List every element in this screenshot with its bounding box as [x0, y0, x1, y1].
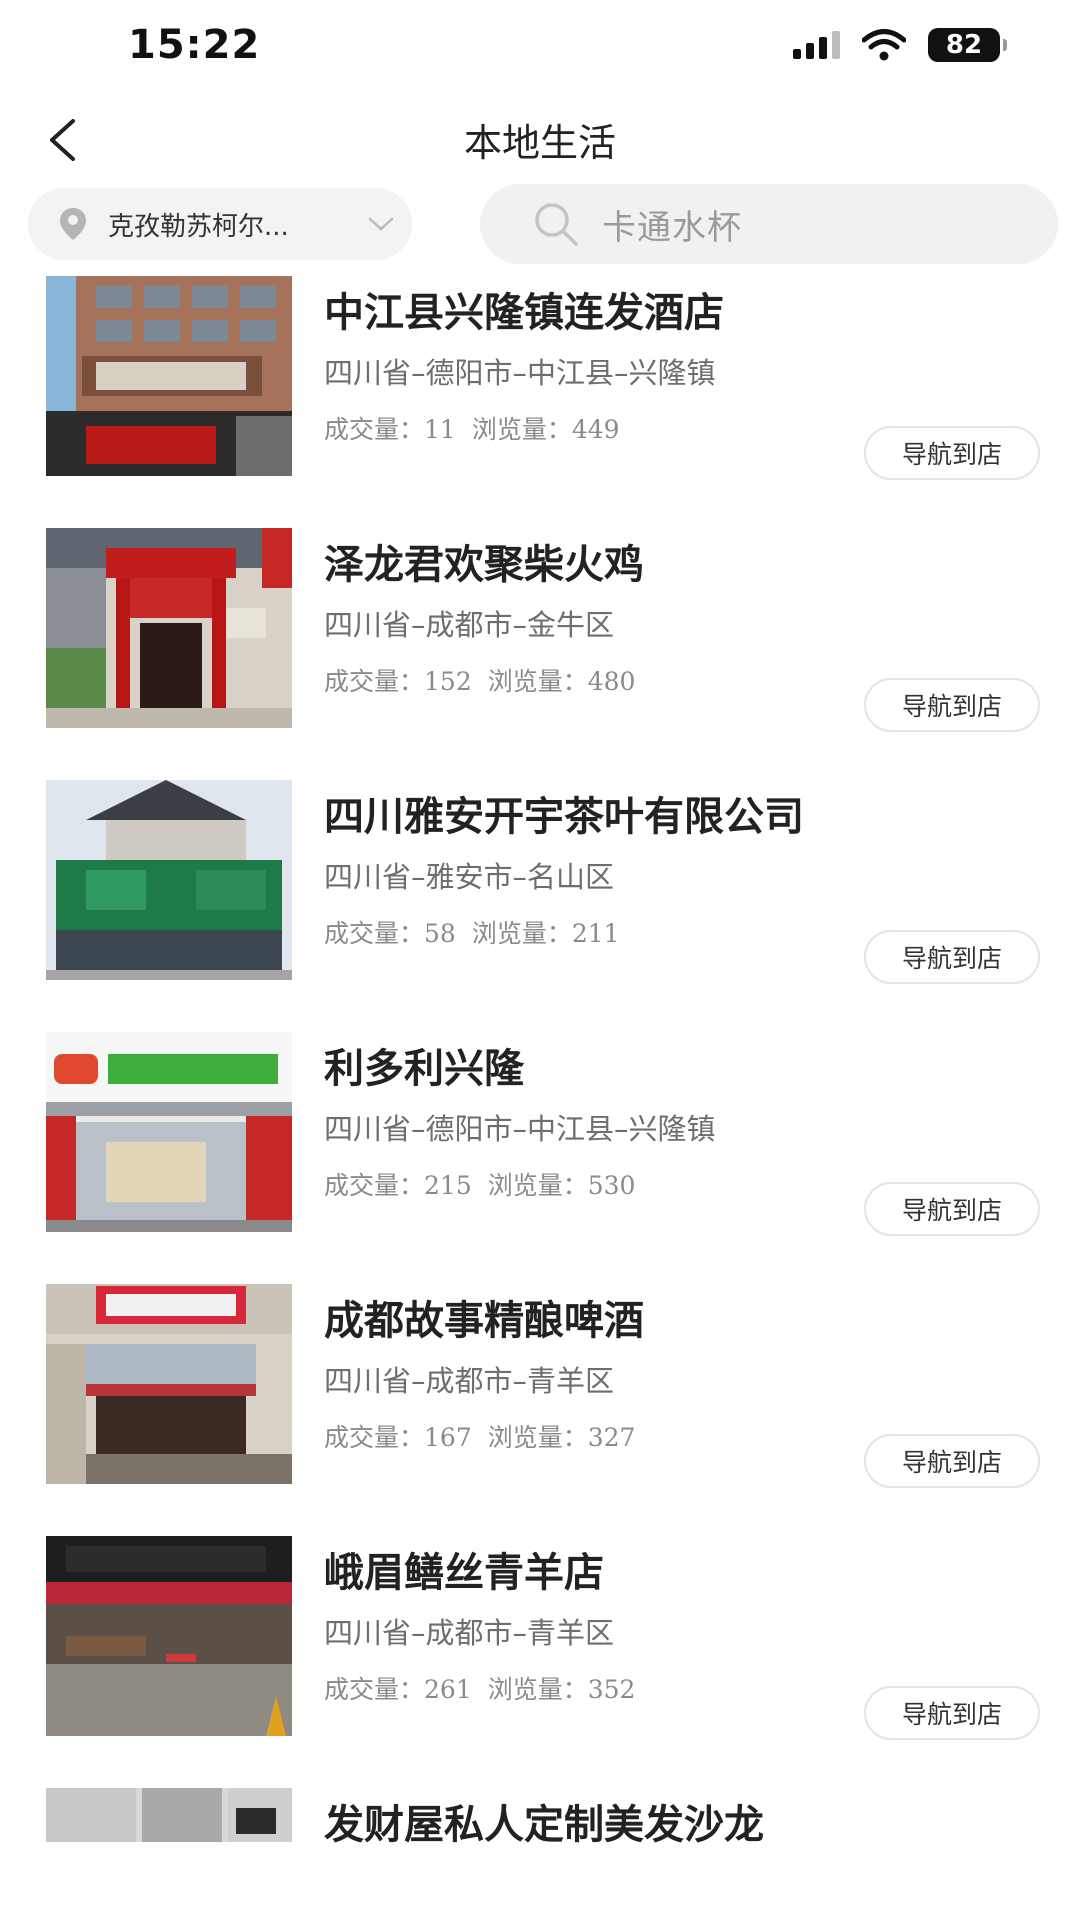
views-label: 浏览量：	[487, 1423, 588, 1452]
store-address: 四川省–成都市–青羊区	[324, 1364, 615, 1398]
deals-label: 成交量：	[324, 667, 425, 696]
views-label: 浏览量：	[471, 919, 572, 948]
chevron-down-icon	[368, 217, 394, 231]
wifi-icon	[862, 29, 906, 61]
store-photo[interactable]	[46, 1032, 292, 1232]
navigate-to-store-button[interactable]: 导航到店	[864, 1182, 1040, 1236]
store-list: 中江县兴隆镇连发酒店 四川省–德阳市–中江县–兴隆镇 成交量：11 浏览量：449…	[0, 276, 1080, 1908]
battery-icon: 82	[928, 28, 1007, 62]
store-name: 四川雅安开宇茶叶有限公司	[324, 794, 804, 840]
store-item[interactable]: 发财屋私人定制美发沙龙	[0, 1788, 1080, 1908]
search-input[interactable]: 卡通水杯	[480, 184, 1058, 264]
navigate-to-store-button[interactable]: 导航到店	[864, 678, 1040, 732]
store-name: 成都故事精酿啤酒	[324, 1298, 644, 1344]
store-item[interactable]: 成都故事精酿啤酒 四川省–成都市–青羊区 成交量：167 浏览量：327 导航到店	[0, 1284, 1080, 1536]
store-item[interactable]: 泽龙君欢聚柴火鸡 四川省–成都市–金牛区 成交量：152 浏览量：480 导航到店	[0, 528, 1080, 780]
views-value: 449	[571, 415, 620, 444]
status-time: 15:22	[128, 22, 261, 68]
views-value: 352	[587, 1675, 636, 1704]
store-name: 利多利兴隆	[324, 1046, 524, 1092]
deals-value: 167	[424, 1423, 472, 1452]
store-stats: 成交量：152 浏览量：480	[324, 662, 635, 698]
views-value: 327	[587, 1423, 636, 1452]
deals-value: 58	[424, 919, 456, 948]
views-label: 浏览量：	[487, 1675, 588, 1704]
location-text: 克孜勒苏柯尔...	[108, 211, 289, 242]
store-item[interactable]: 峨眉鳝丝青羊店 四川省–成都市–青羊区 成交量：261 浏览量：352 导航到店	[0, 1536, 1080, 1788]
deals-value: 215	[424, 1171, 472, 1200]
cellular-signal-icon	[793, 31, 840, 59]
nav-bar: 本地生活	[0, 96, 1080, 184]
deals-label: 成交量：	[324, 1171, 425, 1200]
store-item[interactable]: 利多利兴隆 四川省–德阳市–中江县–兴隆镇 成交量：215 浏览量：530 导航到…	[0, 1032, 1080, 1284]
store-name: 中江县兴隆镇连发酒店	[324, 290, 724, 336]
store-photo[interactable]	[46, 528, 292, 728]
navigate-to-store-button[interactable]: 导航到店	[864, 1434, 1040, 1488]
views-value: 480	[587, 667, 636, 696]
filter-row: 克孜勒苏柯尔... 卡通水杯	[0, 184, 1080, 266]
store-address: 四川省–德阳市–中江县–兴隆镇	[324, 356, 716, 390]
deals-value: 152	[424, 667, 472, 696]
store-item[interactable]: 中江县兴隆镇连发酒店 四川省–德阳市–中江县–兴隆镇 成交量：11 浏览量：449…	[0, 276, 1080, 528]
deals-value: 261	[424, 1675, 472, 1704]
views-label: 浏览量：	[487, 667, 588, 696]
deals-label: 成交量：	[324, 919, 425, 948]
status-bar: 15:22 82	[0, 0, 1080, 96]
store-photo[interactable]	[46, 1536, 292, 1736]
views-value: 211	[571, 919, 620, 948]
views-label: 浏览量：	[471, 415, 572, 444]
status-icons: 82	[793, 28, 1007, 62]
store-address: 四川省–成都市–金牛区	[324, 608, 615, 642]
store-stats: 成交量：58 浏览量：211	[324, 914, 620, 950]
store-name: 峨眉鳝丝青羊店	[324, 1550, 604, 1596]
navigate-to-store-button[interactable]: 导航到店	[864, 930, 1040, 984]
store-photo[interactable]	[46, 1788, 292, 1842]
store-photo[interactable]	[46, 1284, 292, 1484]
store-stats: 成交量：11 浏览量：449	[324, 410, 620, 446]
location-selector[interactable]: 克孜勒苏柯尔...	[28, 188, 412, 260]
store-stats: 成交量：261 浏览量：352	[324, 1670, 635, 1706]
store-name: 泽龙君欢聚柴火鸡	[324, 542, 644, 588]
views-label: 浏览量：	[487, 1171, 588, 1200]
store-address: 四川省–德阳市–中江县–兴隆镇	[324, 1112, 716, 1146]
deals-label: 成交量：	[324, 1423, 425, 1452]
navigate-to-store-button[interactable]: 导航到店	[864, 426, 1040, 480]
search-placeholder: 卡通水杯	[602, 207, 742, 248]
store-photo[interactable]	[46, 780, 292, 980]
navigate-to-store-button[interactable]: 导航到店	[864, 1686, 1040, 1740]
views-value: 530	[587, 1171, 636, 1200]
store-item[interactable]: 四川雅安开宇茶叶有限公司 四川省–雅安市–名山区 成交量：58 浏览量：211 导…	[0, 780, 1080, 1032]
page-title: 本地生活	[463, 121, 616, 165]
deals-value: 11	[424, 415, 456, 444]
store-name: 发财屋私人定制美发沙龙	[324, 1802, 764, 1848]
store-stats: 成交量：167 浏览量：327	[324, 1418, 635, 1454]
store-stats: 成交量：215 浏览量：530	[324, 1166, 635, 1202]
deals-label: 成交量：	[324, 1675, 425, 1704]
store-photo[interactable]	[46, 276, 292, 476]
map-pin-icon	[60, 208, 86, 240]
store-address: 四川省–雅安市–名山区	[324, 860, 615, 894]
store-address: 四川省–成都市–青羊区	[324, 1616, 615, 1650]
deals-label: 成交量：	[324, 415, 425, 444]
search-icon	[535, 203, 578, 246]
